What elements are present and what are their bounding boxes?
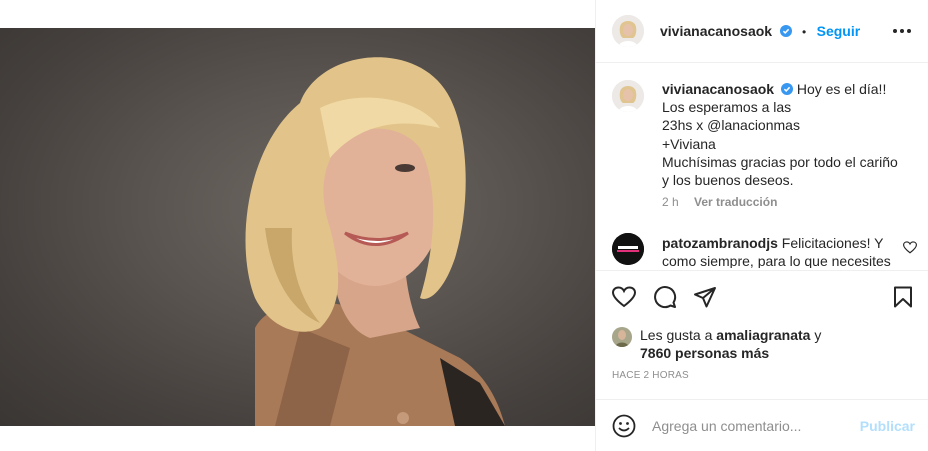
likes-summary: Les gusta a amaliagranata y 7860 persona… xyxy=(640,326,821,362)
caption-line: Hoy es el día!! xyxy=(796,81,887,97)
likes-suffix: y xyxy=(814,327,822,343)
emoji-icon[interactable] xyxy=(612,414,636,438)
caption-avatar[interactable] xyxy=(612,80,644,112)
caption-line: +Viviana xyxy=(662,135,716,152)
more-options-icon[interactable] xyxy=(892,28,912,34)
post-caption: vivianacanosaok Hoy es el día!! Los espe… xyxy=(662,80,912,189)
bookmark-icon[interactable] xyxy=(893,286,913,308)
caption-line: Muchísimas gracias por todo el cariño xyxy=(662,153,898,170)
caption-time: 2 h xyxy=(662,195,679,209)
header-separator: • xyxy=(801,25,807,39)
commenter-avatar[interactable] xyxy=(612,233,644,265)
avatar-image xyxy=(612,15,644,47)
comment-input[interactable]: Agrega un comentario... xyxy=(652,418,801,434)
commenter-username[interactable]: patozambranodjs xyxy=(662,235,778,251)
likes-count-button[interactable]: 7860 personas más xyxy=(640,345,769,361)
likes-prefix: Les gusta a xyxy=(640,327,713,343)
comment-item: patozambranodjs Felicitaciones! Y como s… xyxy=(662,234,892,268)
caption-line: 23hs x @lanacionmas xyxy=(662,117,800,134)
avatar-image xyxy=(612,327,632,347)
verified-icon xyxy=(779,25,792,37)
actions-divider xyxy=(596,270,928,271)
post-header: vivianacanosaok • Seguir xyxy=(596,0,928,63)
comment-icon[interactable] xyxy=(653,285,677,309)
caption-line: y los buenos deseos. xyxy=(662,172,794,189)
header-user-row: vivianacanosaok • Seguir xyxy=(660,23,860,41)
portrait-illustration xyxy=(245,57,505,426)
author-username[interactable]: vivianacanosaok xyxy=(660,23,772,39)
composer-divider xyxy=(596,399,928,400)
follow-button[interactable]: Seguir xyxy=(817,23,861,39)
post-photo[interactable] xyxy=(0,28,595,426)
verified-icon xyxy=(780,83,793,95)
liker-username[interactable]: amaliagranata xyxy=(716,327,810,343)
heart-icon[interactable] xyxy=(612,286,636,308)
author-avatar[interactable] xyxy=(612,15,644,47)
post-timestamp: HACE 2 HORAS xyxy=(612,370,689,381)
publish-button[interactable]: Publicar xyxy=(860,418,915,434)
caption-username[interactable]: vivianacanosaok xyxy=(662,81,774,97)
see-translation-button[interactable]: Ver traducción xyxy=(694,195,777,209)
comment-like-heart-icon[interactable] xyxy=(903,241,917,254)
avatar-image xyxy=(612,80,644,112)
post-sidebar: vivianacanosaok • Seguir vivianacanosaok… xyxy=(595,0,928,451)
liker-avatar[interactable] xyxy=(612,327,632,347)
caption-line: Los esperamos a las xyxy=(662,99,792,116)
post-media xyxy=(0,0,595,451)
share-icon[interactable] xyxy=(693,285,717,309)
caption-meta: 2 h Ver traducción xyxy=(662,195,789,209)
avatar-logo-image xyxy=(612,233,644,265)
